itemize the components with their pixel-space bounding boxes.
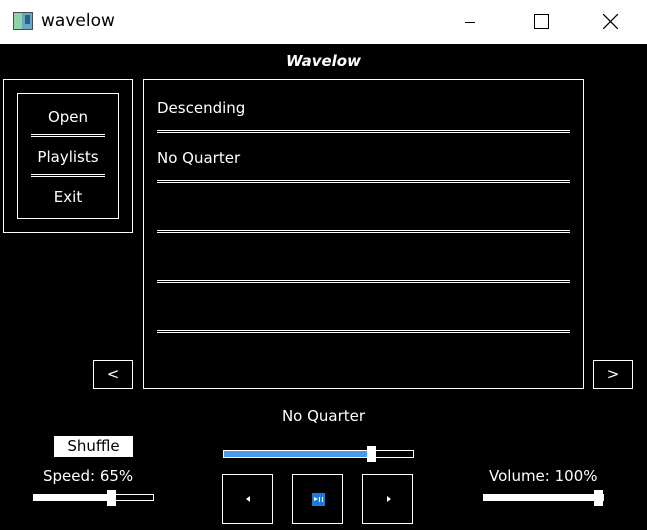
shuffle-button[interactable]: Shuffle: [54, 436, 133, 457]
menu-open-button[interactable]: Open: [18, 107, 118, 127]
prev-track-icon: [246, 496, 250, 502]
speed-slider-thumb[interactable]: [107, 490, 116, 506]
maximize-button[interactable]: [518, 0, 566, 44]
track-divider: [157, 130, 570, 133]
window-title: wavelow: [41, 11, 115, 31]
track-divider: [157, 180, 570, 183]
volume-slider-thumb[interactable]: [594, 490, 603, 506]
close-icon: [603, 14, 618, 29]
track-divider: [157, 230, 570, 233]
progress-slider-fill: [224, 451, 371, 457]
play-pause-icon: [312, 493, 325, 506]
minimize-button[interactable]: [446, 0, 494, 44]
next-track-icon: [387, 496, 391, 502]
speed-label: Speed: 65%: [43, 467, 134, 485]
volume-slider-fill: [484, 495, 603, 500]
menu-exit-button[interactable]: Exit: [18, 187, 118, 207]
track-list-panel: [143, 79, 584, 389]
menu-playlists-button[interactable]: Playlists: [18, 147, 118, 167]
progress-slider[interactable]: [223, 446, 414, 462]
prev-track-button[interactable]: [222, 474, 273, 524]
main-window: wavelow Wavelow Open Playlists Exit Desc…: [0, 0, 647, 530]
title-bar: wavelow: [0, 0, 647, 44]
now-playing-title: No Quarter: [281, 407, 366, 425]
next-track-button[interactable]: [362, 474, 413, 524]
menu-divider: [31, 134, 105, 137]
volume-slider[interactable]: [483, 490, 604, 506]
track-item[interactable]: No Quarter: [157, 148, 240, 168]
speed-slider-fill: [34, 495, 111, 500]
prev-page-button[interactable]: <: [93, 360, 133, 389]
next-page-button[interactable]: >: [593, 360, 633, 389]
track-item[interactable]: Descending: [157, 98, 245, 118]
volume-label: Volume: 100%: [489, 467, 598, 485]
play-pause-button[interactable]: [292, 474, 343, 524]
app-icon: [13, 12, 33, 30]
menu-divider: [31, 174, 105, 177]
progress-slider-thumb[interactable]: [367, 446, 376, 462]
track-divider: [157, 280, 570, 283]
speed-slider[interactable]: [33, 490, 154, 506]
app-header-title: Wavelow: [286, 52, 361, 70]
close-button[interactable]: [587, 0, 635, 44]
track-divider: [157, 330, 570, 333]
